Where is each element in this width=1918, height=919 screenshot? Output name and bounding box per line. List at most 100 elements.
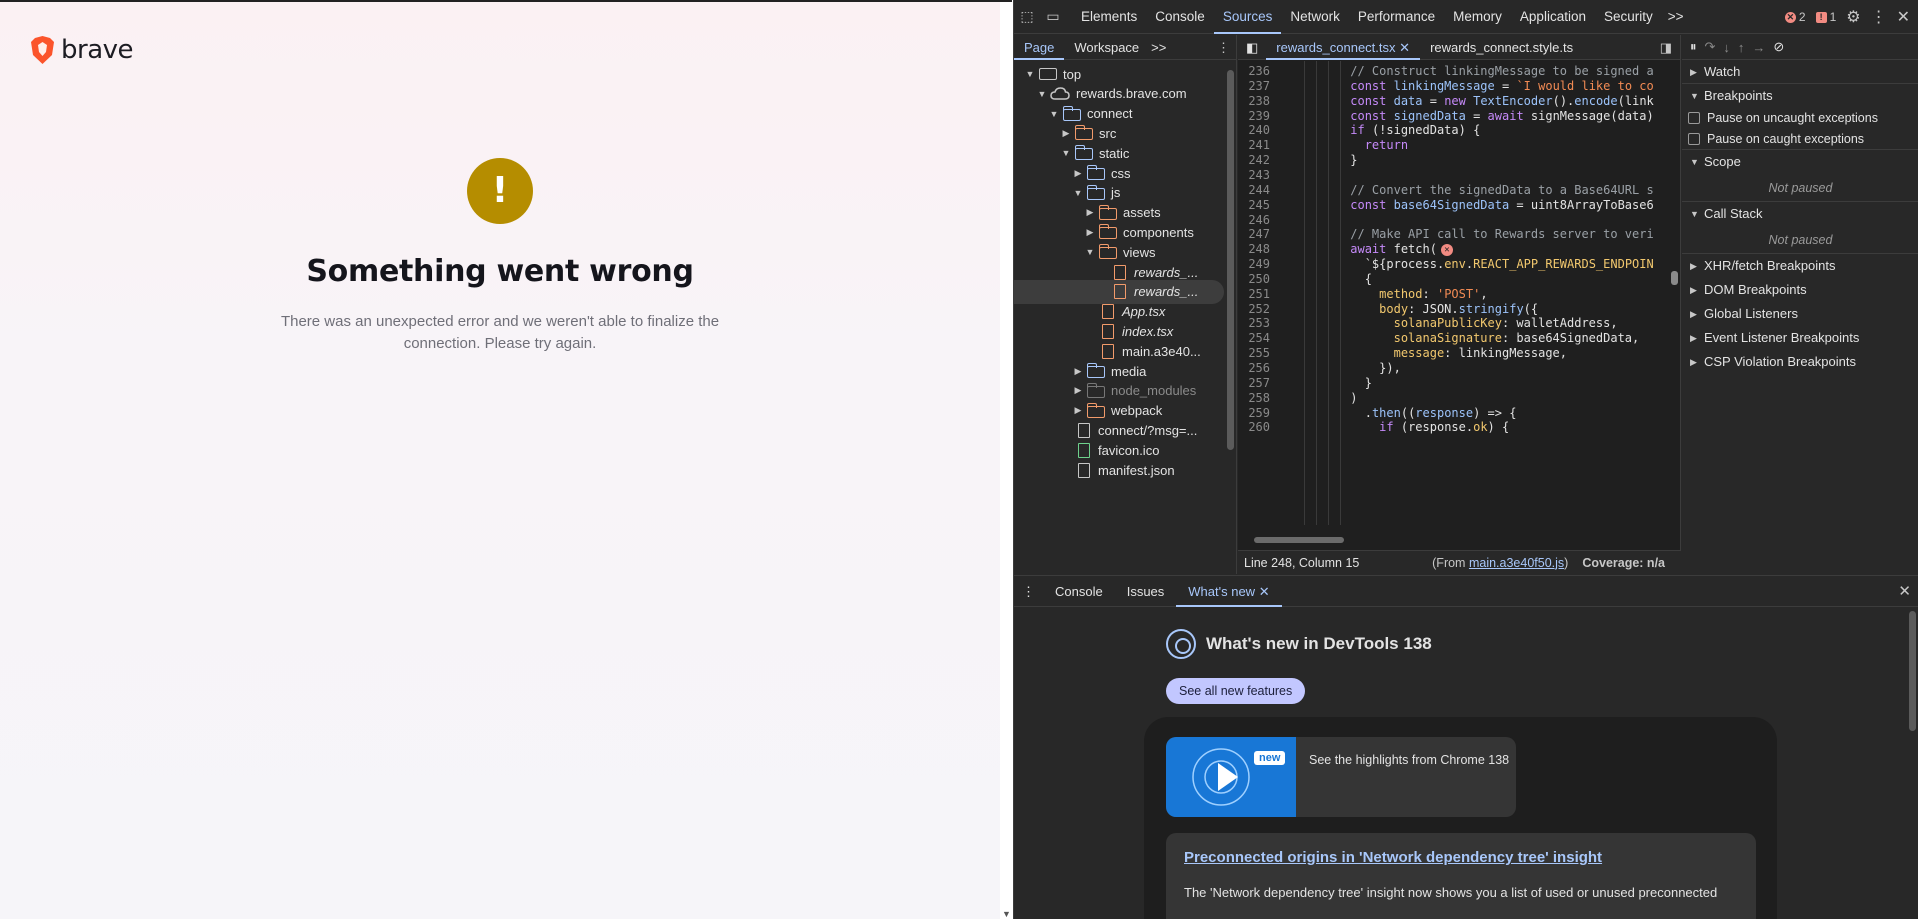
tab-network[interactable]: Network xyxy=(1281,0,1349,34)
file-icon xyxy=(1114,284,1126,300)
tab-application[interactable]: Application xyxy=(1511,0,1595,34)
expanded-arrow-icon: ▼ xyxy=(1049,108,1059,119)
drawer-tab-whats-new[interactable]: What's new ✕ xyxy=(1176,576,1282,607)
tab-workspace[interactable]: Workspace xyxy=(1064,35,1149,60)
tab-elements[interactable]: Elements xyxy=(1072,0,1146,34)
toggle-navigator-icon[interactable]: ◧ xyxy=(1238,35,1266,60)
collapsed-arrow-icon: ▶ xyxy=(1074,385,1082,396)
deactivate-breakpoints-icon[interactable]: ⊘ xyxy=(1773,39,1784,55)
tab-memory[interactable]: Memory xyxy=(1444,0,1511,34)
folder-icon xyxy=(1098,244,1117,260)
section-csp-violation-breakpoints[interactable]: ▶ CSP Violation Breakpoints xyxy=(1682,350,1918,374)
close-tab-icon[interactable]: ✕ xyxy=(1399,40,1410,55)
pause-resume-icon[interactable]: ⏸ xyxy=(1690,39,1697,55)
device-toolbar-icon[interactable]: ▭ xyxy=(1040,4,1066,30)
cloud-icon xyxy=(1050,87,1070,101)
step-out-icon[interactable]: ↑ xyxy=(1738,40,1745,55)
expanded-arrow-icon: ▼ xyxy=(1025,69,1035,79)
editor-tab-rewards-connect[interactable]: rewards_connect.tsx ✕ xyxy=(1266,35,1421,60)
code-line[interactable]: 260 if (response.ok) { xyxy=(1238,418,1681,436)
brave-lion-icon xyxy=(31,36,54,64)
expanded-arrow-icon: ▼ xyxy=(1037,88,1047,99)
scope-status: Not paused xyxy=(1682,174,1918,202)
tree-item-label: App.tsx xyxy=(1122,304,1166,320)
section-scope[interactable]: ▼ Scope xyxy=(1682,150,1918,174)
highlights-video-card[interactable]: new See the highlights from Chrome 138 xyxy=(1166,737,1516,817)
file-icon xyxy=(1078,442,1090,458)
tab-sources[interactable]: Sources xyxy=(1213,0,1282,34)
more-options-icon[interactable]: ⋮ xyxy=(1871,7,1887,27)
tree-item-label: assets xyxy=(1123,205,1161,221)
error-badge[interactable]: ✕ 2 xyxy=(1784,10,1806,24)
tab-console[interactable]: Console xyxy=(1146,0,1214,34)
expand-icon: ▶ xyxy=(1690,309,1697,319)
close-drawer-icon[interactable]: ✕ xyxy=(1898,576,1911,607)
editor-vertical-scrollbar[interactable] xyxy=(1671,271,1678,285)
navigator-more-tabs[interactable]: >> xyxy=(1149,35,1168,60)
tree-item-label: favicon.ico xyxy=(1098,442,1160,458)
expanded-arrow-icon: ▼ xyxy=(1061,148,1071,159)
tree-item-label: js xyxy=(1111,185,1121,201)
line-number[interactable]: 260 xyxy=(1238,418,1278,436)
tab-performance[interactable]: Performance xyxy=(1349,0,1444,34)
code-view[interactable]: 236 // Construct linkingMessage to be si… xyxy=(1238,61,1681,525)
chrome-logo-icon xyxy=(1166,629,1196,659)
more-tabs-button[interactable]: >> xyxy=(1662,0,1690,34)
section-global-listeners[interactable]: ▶ Global Listeners xyxy=(1682,302,1918,326)
call-stack-status: Not paused xyxy=(1682,226,1918,254)
collapsed-arrow-icon: ▶ xyxy=(1086,207,1094,218)
scroll-down-icon[interactable]: ▼ xyxy=(1002,909,1011,919)
pause-caught-checkbox[interactable]: Pause on caught exceptions xyxy=(1682,128,1918,150)
section-call-stack[interactable]: ▼ Call Stack xyxy=(1682,202,1918,226)
section-dom-breakpoints[interactable]: ▶ DOM Breakpoints xyxy=(1682,278,1918,302)
tree-item-label: views xyxy=(1123,244,1156,260)
tree-item[interactable]: manifest.json xyxy=(1014,458,1224,482)
drawer-menu-icon[interactable]: ⋮ xyxy=(1014,576,1043,607)
settings-gear-icon[interactable]: ⚙ xyxy=(1846,7,1860,27)
whats-new-title: What's new in DevTools 138 xyxy=(1206,634,1432,653)
close-tab-icon[interactable]: ✕ xyxy=(1259,584,1270,599)
warning-badge[interactable]: ! 1 xyxy=(1815,10,1836,24)
step-into-icon[interactable]: ↓ xyxy=(1723,40,1730,55)
section-breakpoints[interactable]: ▼ Breakpoints xyxy=(1682,84,1918,108)
editor-horizontal-scrollbar[interactable] xyxy=(1254,536,1657,544)
section-event-listener-breakpoints[interactable]: ▶ Event Listener Breakpoints xyxy=(1682,326,1918,350)
source-file-link[interactable]: main.a3e40f50.js xyxy=(1469,556,1564,570)
tree-item-label: static xyxy=(1099,145,1130,161)
collapse-icon: ▼ xyxy=(1690,157,1699,167)
step-over-icon[interactable]: ↷ xyxy=(1705,39,1716,55)
error-panel: ! Something went wrong There was an unex… xyxy=(0,158,1000,355)
navigator-menu-icon[interactable]: ⋮ xyxy=(1217,35,1230,60)
see-all-features-button[interactable]: See all new features xyxy=(1166,678,1306,704)
tree-item-label: webpack xyxy=(1111,403,1163,419)
drawer-scrollbar[interactable] xyxy=(1909,611,1916,731)
article-description: The 'Network dependency tree' insight no… xyxy=(1184,885,1718,900)
highlights-text: See the highlights from Chrome 138 xyxy=(1309,753,1510,767)
expand-icon: ▶ xyxy=(1690,261,1697,271)
brave-logo[interactable]: brave xyxy=(30,35,134,65)
collapsed-arrow-icon: ▶ xyxy=(1074,365,1082,376)
drawer-tab-issues[interactable]: Issues xyxy=(1115,576,1177,607)
toggle-debugger-icon[interactable]: ◨ xyxy=(1660,35,1672,60)
collapse-icon: ▼ xyxy=(1690,209,1699,219)
section-watch[interactable]: ▶ Watch xyxy=(1682,60,1918,84)
web-page: brave ! Something went wrong There was a… xyxy=(0,0,1012,919)
drawer-tab-console[interactable]: Console xyxy=(1043,576,1115,607)
inspect-element-icon[interactable]: ⬚ xyxy=(1014,4,1040,30)
tab-security[interactable]: Security xyxy=(1595,0,1662,34)
navigator-scrollbar[interactable] xyxy=(1227,70,1234,450)
error-marker-icon[interactable]: ✕ xyxy=(1440,243,1453,256)
close-devtools-icon[interactable]: ✕ xyxy=(1897,7,1910,27)
step-icon[interactable]: → xyxy=(1752,40,1765,55)
editor-tab-rewards-style[interactable]: rewards_connect.style.ts xyxy=(1420,35,1583,60)
tree-item-label: connect/?msg=... xyxy=(1098,422,1198,438)
brand-wordmark: brave xyxy=(61,35,134,65)
collapsed-arrow-icon: ▶ xyxy=(1074,405,1082,416)
page-scrollbar[interactable]: ▼ xyxy=(1000,2,1012,919)
tree-item-label: connect xyxy=(1087,106,1133,122)
tab-page[interactable]: Page xyxy=(1014,35,1065,60)
section-xhr-fetch-breakpoints[interactable]: ▶ XHR/fetch Breakpoints xyxy=(1682,254,1918,278)
file-icon xyxy=(1078,422,1090,438)
article-title-link[interactable]: Preconnected origins in 'Network depende… xyxy=(1184,849,1602,866)
pause-uncaught-checkbox[interactable]: Pause on uncaught exceptions xyxy=(1682,108,1918,128)
